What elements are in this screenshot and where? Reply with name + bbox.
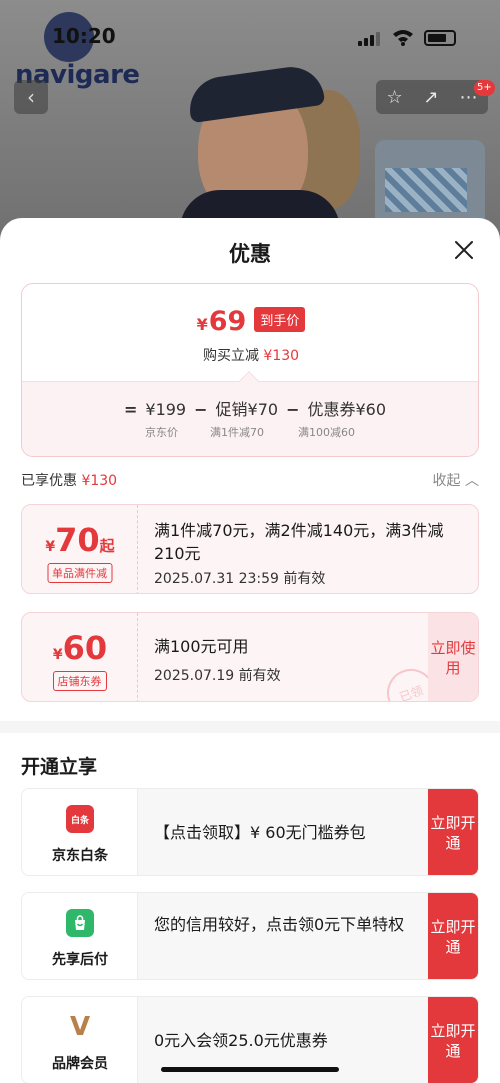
share-icon[interactable]: ↗ — [424, 87, 439, 108]
service-offer: 【点击领取】¥ 60无门槛券包 — [154, 823, 366, 842]
price-breakdown: = ¥199 − 促销¥70 − 优惠券¥60 京东价 满1件减70 满100减… — [22, 381, 478, 456]
coupon-type-label: 单品满件减 — [47, 563, 112, 583]
coupon-value: ¥70起 单品满件减 — [22, 505, 138, 593]
service-brand: V 品牌会员 — [22, 997, 138, 1083]
base-price: ¥199 — [145, 400, 187, 419]
shopping-bag-icon — [66, 909, 94, 937]
service-name: 京东白条 — [52, 848, 108, 864]
coupon-currency: ¥ — [52, 647, 63, 663]
close-icon[interactable] — [448, 234, 480, 266]
coupon-amount-block: ¥60 — [22, 629, 138, 667]
discount-sheet: 优惠 ¥ 69 到手价 购买立减 ¥130 = ¥199 − 促销¥70 − 优… — [0, 218, 500, 1083]
status-time: 10:20 — [52, 24, 116, 48]
final-price-section: ¥ 69 到手价 购买立减 ¥130 — [22, 284, 478, 381]
collapse-label: 收起 — [432, 473, 461, 489]
final-price-tag: 到手价 — [254, 307, 306, 332]
baitiao-icon: 白条 — [66, 805, 94, 833]
price-formula: = ¥199 − 促销¥70 − 优惠券¥60 — [22, 396, 478, 420]
final-price-row: ¥ 69 到手价 — [22, 306, 478, 337]
service-name: 品牌会员 — [52, 1056, 108, 1072]
enjoyed-discount-row: 已享优惠 ¥130 收起 ︿ — [21, 470, 479, 490]
coupon-caption: 满100减60 — [298, 426, 355, 439]
coupon-expiry: 2025.07.31 23:59 前有效 — [154, 571, 326, 587]
coupon-currency: ¥ — [45, 539, 56, 555]
home-indicator[interactable] — [161, 1067, 339, 1072]
service-offer: 您的信用较好，点击领0元下单特权 — [154, 915, 405, 934]
coupon-description: 满1件减70元，满2件减140元，满3件减210元 — [154, 521, 444, 563]
coupon-amount-number: 60 — [62, 629, 108, 667]
star-icon[interactable]: ☆ — [386, 87, 402, 108]
service-brand: 先享后付 — [22, 893, 138, 979]
reduction-amount: ¥130 — [263, 348, 300, 364]
thumbnail-image — [385, 168, 467, 212]
coupon-card: ¥60 店铺东券 满100元可用 2025.07.19 前有效 已领 立即使用 — [21, 612, 479, 702]
coupon-value: ¥60 店铺东券 — [22, 613, 138, 701]
open-now-button[interactable]: 立即开通 — [428, 789, 478, 875]
service-name: 先享后付 — [52, 952, 108, 968]
back-button[interactable]: ‹ — [14, 80, 48, 114]
sheet-title: 优惠 — [229, 242, 271, 266]
promo-amount: 促销¥70 — [215, 400, 279, 419]
formula-equals: = — [123, 400, 138, 419]
open-now-button[interactable]: 立即开通 — [428, 997, 478, 1083]
product-page-background: navigare 10:20 ‹ ☆ ↗ ⋯ 5+ — [0, 0, 500, 250]
coupon-description: 满100元可用 — [154, 637, 249, 656]
formula-minus-1: − — [194, 400, 208, 419]
status-bar: 10:20 — [0, 0, 500, 70]
cellular-signal-icon — [358, 30, 384, 46]
chevron-up-icon: ︿ — [465, 473, 479, 489]
service-card-paylater: 先享后付 您的信用较好，点击领0元下单特权 立即开通 — [21, 892, 479, 980]
coupon-card: ¥70起 单品满件减 满1件减70元，满2件减140元，满3件减210元 202… — [21, 504, 479, 594]
service-brand: 白条 京东白条 — [22, 789, 138, 875]
chevron-left-icon: ‹ — [27, 85, 35, 109]
wifi-icon — [393, 30, 413, 46]
base-price-caption: 京东价 — [145, 426, 178, 439]
final-price-currency: ¥ — [196, 315, 208, 334]
promo-caption: 满1件减70 — [210, 426, 264, 439]
top-actions-bar: ☆ ↗ ⋯ — [376, 80, 488, 114]
collapse-toggle[interactable]: 收起 ︿ — [433, 470, 479, 490]
price-summary-card: ¥ 69 到手价 购买立减 ¥130 = ¥199 − 促销¥70 − 优惠券¥… — [21, 283, 479, 457]
reduction-label: 购买立减 — [202, 348, 259, 364]
notification-badge: 5+ — [474, 80, 495, 96]
battery-icon — [424, 30, 456, 46]
use-now-button[interactable]: 立即使用 — [428, 613, 478, 701]
coupon-amount-block: ¥70起 — [22, 521, 138, 559]
brand-member-icon: V — [69, 1012, 91, 1042]
enjoyed-label: 已享优惠 — [21, 473, 77, 489]
open-now-button[interactable]: 立即开通 — [428, 893, 478, 979]
section-divider — [0, 721, 500, 733]
coupon-amount-suffix: 起 — [99, 537, 115, 555]
coupon-amount: 优惠券¥60 — [307, 400, 387, 419]
service-offer: 0元入会领25.0元优惠券 — [154, 1031, 328, 1050]
final-price: 69 — [208, 306, 247, 337]
formula-minus-2: − — [286, 400, 300, 419]
coupon-type-label: 店铺东券 — [52, 671, 107, 691]
coupon-expiry: 2025.07.19 前有效 — [154, 668, 281, 684]
open-section-title: 开通立享 — [21, 756, 98, 778]
purchase-reduction: 购买立减 ¥130 — [22, 345, 478, 365]
coupon-amount-number: 70 — [55, 521, 100, 559]
enjoyed-amount: ¥130 — [81, 473, 118, 489]
service-card-baitiao: 白条 京东白条 【点击领取】¥ 60无门槛券包 立即开通 — [21, 788, 479, 876]
